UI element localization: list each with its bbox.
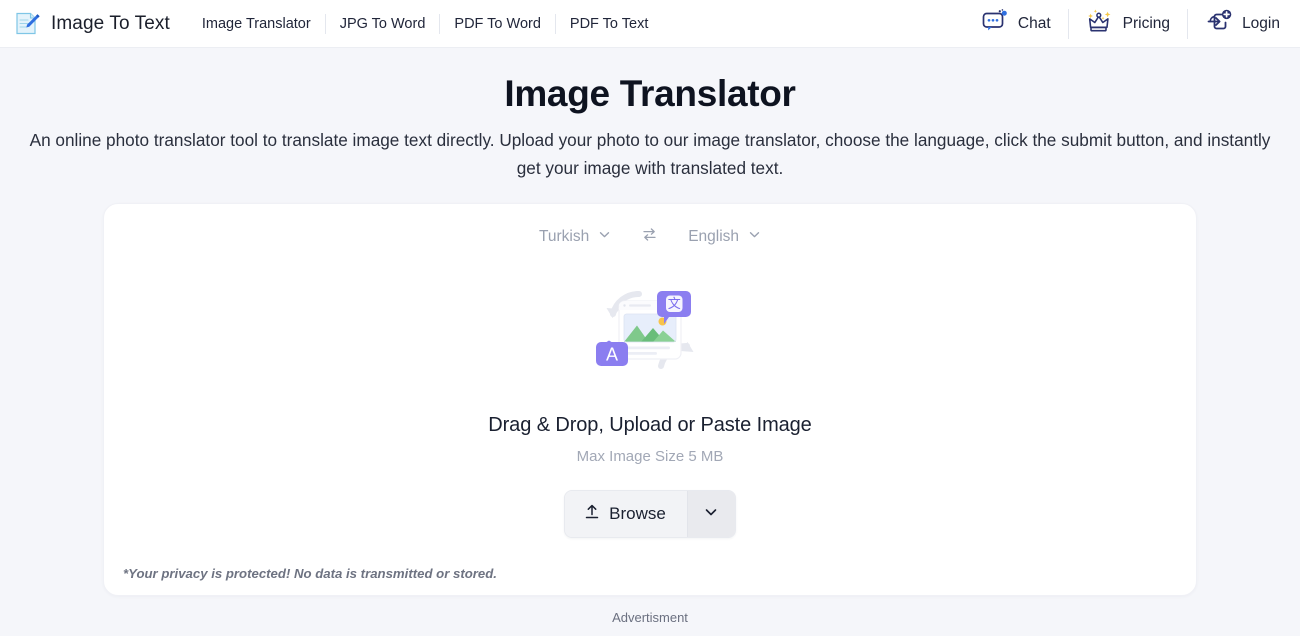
brand-logo[interactable]: Image To Text xyxy=(12,9,170,39)
main-nav: Image Translator JPG To Word PDF To Word… xyxy=(188,13,662,34)
chevron-down-icon xyxy=(748,228,761,246)
chat-button[interactable]: Chat xyxy=(965,9,1068,39)
dropzone-subtitle: Max Image Size 5 MB xyxy=(576,448,724,465)
pricing-label: Pricing xyxy=(1122,14,1171,32)
browse-button-group: Browse xyxy=(564,490,736,538)
chat-label: Chat xyxy=(1017,14,1051,32)
chevron-down-icon xyxy=(703,504,719,525)
login-button[interactable]: Login xyxy=(1187,8,1282,39)
brand-name: Image To Text xyxy=(51,12,170,34)
top-header: Image To Text Image Translator JPG To Wo… xyxy=(0,0,1300,48)
hero-section: Image Translator An online photo transla… xyxy=(0,48,1300,182)
document-pen-icon xyxy=(12,9,42,39)
nav-jpg-to-word[interactable]: JPG To Word xyxy=(324,13,440,34)
nav-pdf-to-word[interactable]: PDF To Word xyxy=(439,13,555,34)
nav-pdf-to-text[interactable]: PDF To Text xyxy=(554,13,662,34)
login-arrow-icon xyxy=(1205,8,1233,39)
svg-text:文: 文 xyxy=(668,297,681,312)
privacy-note: *Your privacy is protected! No data is t… xyxy=(123,566,497,581)
dropzone-title: Drag & Drop, Upload or Paste Image xyxy=(488,414,812,436)
login-label: Login xyxy=(1242,14,1280,32)
browse-label: Browse xyxy=(609,504,666,523)
page-description: An online photo translator tool to trans… xyxy=(29,130,1271,178)
source-language-value: Turkish xyxy=(538,228,590,245)
pricing-button[interactable]: Pricing xyxy=(1067,8,1187,39)
browse-options-dropdown[interactable] xyxy=(686,491,735,537)
chevron-down-icon xyxy=(598,228,611,246)
svg-text:A: A xyxy=(606,345,618,365)
swap-languages-button[interactable] xyxy=(641,226,658,248)
crown-icon xyxy=(1086,8,1114,39)
browse-button[interactable]: Browse xyxy=(565,491,687,537)
source-language-select[interactable]: Turkish xyxy=(539,228,611,246)
chat-bubble-icon xyxy=(982,9,1009,38)
language-bar: Turkish English xyxy=(122,222,1178,252)
target-language-select[interactable]: English xyxy=(688,228,761,246)
page-title: Image Translator xyxy=(504,73,796,114)
upload-icon xyxy=(584,503,600,525)
image-translate-illustration-icon: 文 A xyxy=(591,274,709,391)
header-actions: Chat Pricing Login xyxy=(965,8,1282,39)
dropzone[interactable]: 文 A Drag & Drop, Upload or Paste Image M… xyxy=(122,252,1178,538)
translator-card: Turkish English 文 A Drag & Drop, Upload … xyxy=(103,203,1197,596)
advertisement-label: Advertisment xyxy=(612,610,688,625)
swap-arrows-icon xyxy=(641,226,658,248)
nav-image-translator[interactable]: Image Translator xyxy=(188,14,325,34)
target-language-value: English xyxy=(688,228,740,245)
